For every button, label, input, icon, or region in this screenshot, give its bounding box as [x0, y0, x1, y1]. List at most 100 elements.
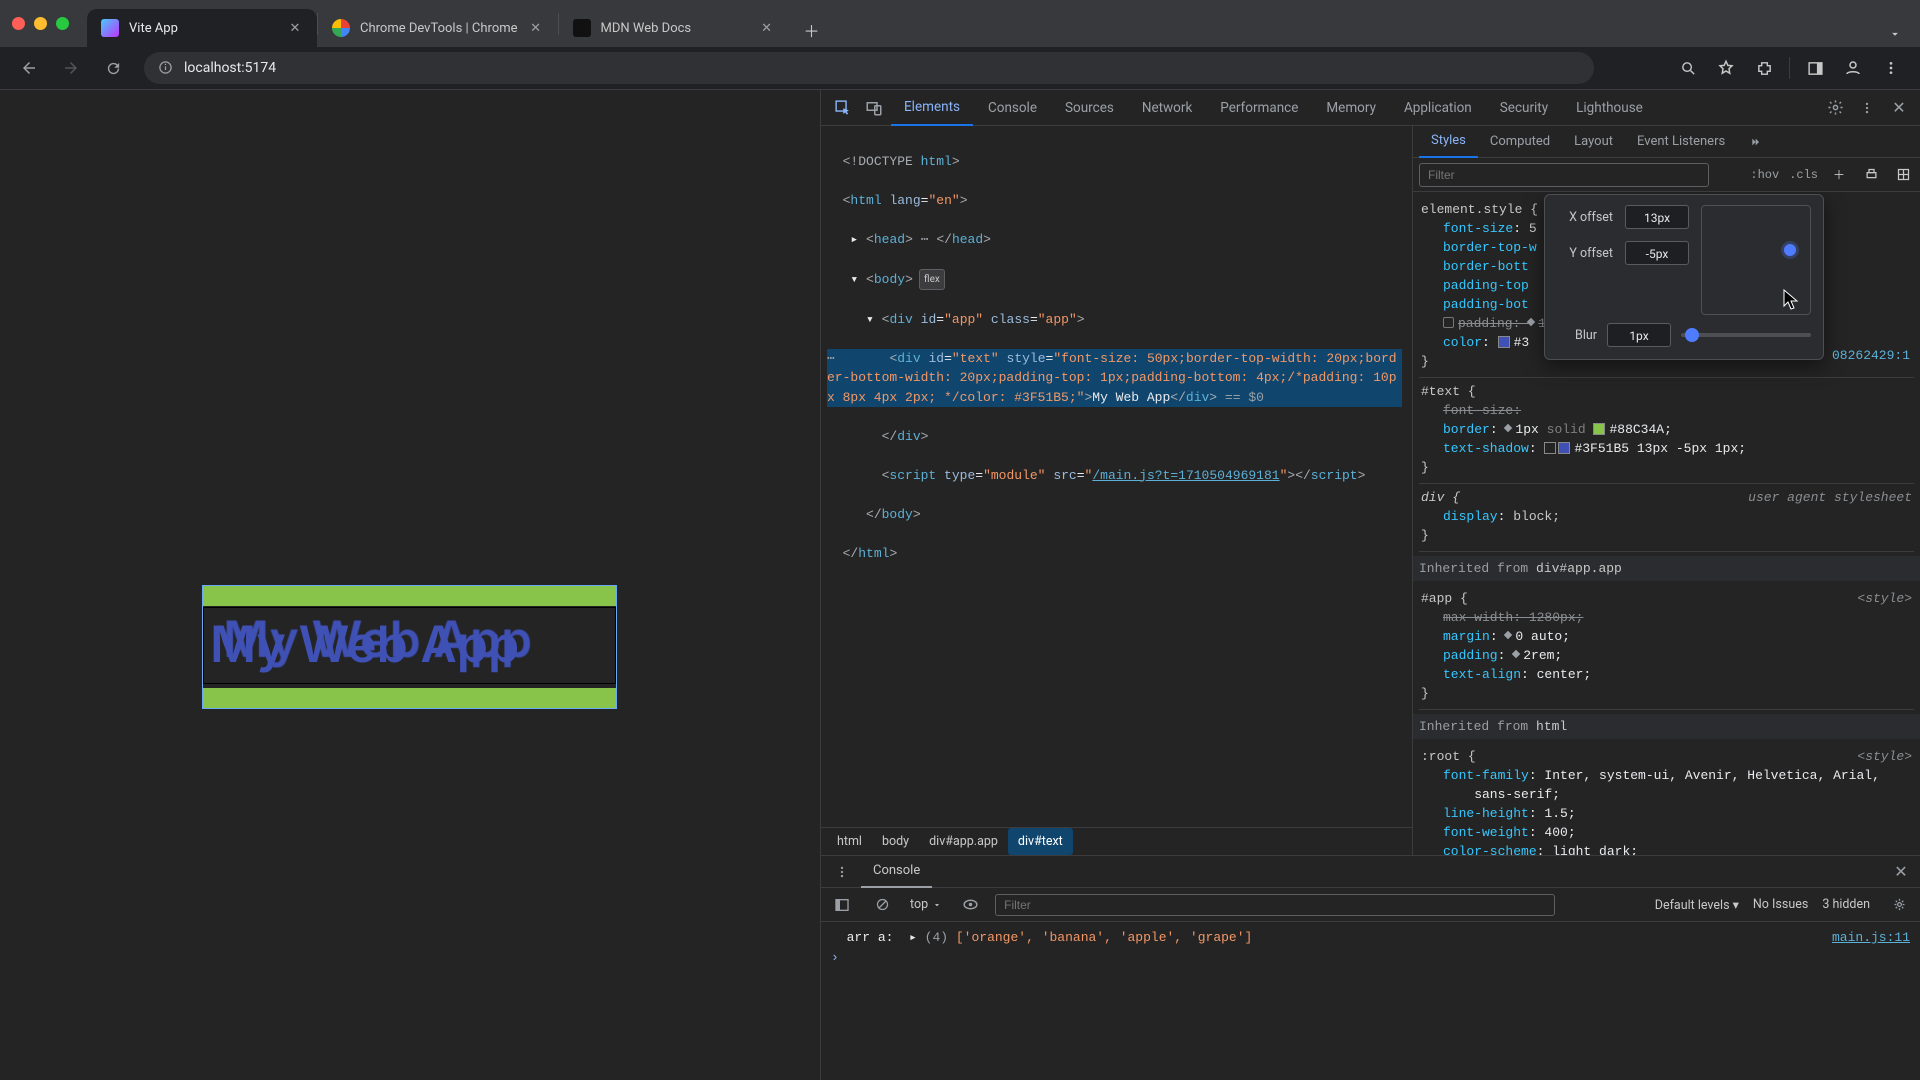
drawer-tab-console[interactable]: Console: [861, 856, 932, 888]
tab-title: MDN Web Docs: [601, 21, 692, 36]
shadow-offset-pad[interactable]: [1701, 205, 1811, 315]
styles-filter-input[interactable]: [1419, 163, 1709, 187]
zoom-button[interactable]: [1671, 51, 1705, 85]
tab-performance[interactable]: Performance: [1207, 90, 1311, 126]
tab-title: Chrome DevTools | Chrome: [360, 21, 518, 36]
crumb-body[interactable]: body: [872, 828, 919, 855]
rule-origin[interactable]: <style>: [1857, 747, 1912, 766]
shadow-editor-popover[interactable]: X offset13px Y offset-5px Blur 1px: [1544, 194, 1824, 360]
blur-slider[interactable]: [1681, 333, 1811, 337]
maximize-window-button[interactable]: [56, 17, 69, 30]
style-rules[interactable]: element.style { font-size: 5 border-top-…: [1413, 192, 1920, 855]
subtab-layout[interactable]: Layout: [1562, 126, 1625, 158]
settings-button[interactable]: [1820, 94, 1850, 122]
subtab-styles[interactable]: Styles: [1419, 126, 1478, 158]
toolbar-right: [1671, 51, 1908, 85]
close-tab-button[interactable]: ✕: [759, 20, 775, 36]
toggle-prop-checkbox[interactable]: [1443, 317, 1454, 328]
side-panel-button[interactable]: [1798, 51, 1832, 85]
live-expression-button[interactable]: [955, 891, 985, 919]
tab-application[interactable]: Application: [1391, 90, 1485, 126]
crumb-html[interactable]: html: [827, 828, 872, 855]
back-button[interactable]: [12, 51, 46, 85]
menu-button[interactable]: [1874, 51, 1908, 85]
close-tab-button[interactable]: ✕: [287, 20, 303, 36]
console-settings-button[interactable]: [1884, 891, 1914, 919]
forward-button[interactable]: [54, 51, 88, 85]
app-text-element[interactable]: My Web App: [203, 586, 616, 708]
subtabs-more-button[interactable]: [1741, 128, 1769, 156]
console-drawer: Console ✕ top Default levels ▾ No Issues…: [821, 855, 1920, 1080]
profile-button[interactable]: [1836, 51, 1870, 85]
flex-badge[interactable]: flex: [919, 269, 945, 291]
extensions-button[interactable]: [1747, 51, 1781, 85]
rule-div-ua: user agent stylesheet div { display: blo…: [1419, 484, 1914, 552]
tab-sources[interactable]: Sources: [1052, 90, 1127, 126]
x-offset-input[interactable]: 13px: [1625, 205, 1689, 229]
blur-input[interactable]: 1px: [1607, 323, 1671, 347]
rule-origin[interactable]: <style>: [1857, 589, 1912, 608]
subtab-computed[interactable]: Computed: [1478, 126, 1562, 158]
drawer-tabbar: Console ✕: [821, 856, 1920, 888]
omnibox[interactable]: localhost:5174: [144, 52, 1594, 84]
computed-panel-button[interactable]: [1892, 164, 1914, 186]
sidebar-toggle-button[interactable]: [827, 891, 857, 919]
blur-slider-handle[interactable]: [1685, 328, 1699, 342]
crumb-app[interactable]: div#app.app: [919, 828, 1008, 855]
dom-tree[interactable]: <!DOCTYPE html> <html lang="en"> ▸ <head…: [821, 126, 1412, 827]
new-tab-button[interactable]: ＋: [795, 13, 829, 47]
more-button[interactable]: [1852, 94, 1882, 122]
tab-memory[interactable]: Memory: [1313, 90, 1389, 126]
tab-lighthouse[interactable]: Lighthouse: [1563, 90, 1656, 126]
hov-toggle[interactable]: :hov: [1750, 168, 1779, 182]
log-levels-selector[interactable]: Default levels ▾: [1655, 897, 1739, 913]
console-prompt[interactable]: ›: [831, 948, 1910, 968]
browser-tab[interactable]: Chrome DevTools | Chrome ✕: [318, 9, 558, 47]
tab-network[interactable]: Network: [1129, 90, 1205, 126]
tab-console[interactable]: Console: [975, 90, 1050, 126]
browser-tab[interactable]: Vite App ✕: [87, 9, 317, 47]
console-filter-input[interactable]: [995, 894, 1555, 916]
drawer-more-button[interactable]: [827, 858, 857, 886]
style-source-link[interactable]: 08262429:1: [1832, 346, 1910, 365]
main-split: My Web App Elements Console Sources Netw…: [0, 90, 1920, 1080]
issues-indicator[interactable]: No Issues: [1753, 897, 1808, 912]
vite-favicon-icon: [101, 19, 119, 37]
device-toolbar-button[interactable]: [859, 94, 889, 122]
context-selector[interactable]: top: [907, 894, 945, 915]
subtab-listeners[interactable]: Event Listeners: [1625, 126, 1737, 158]
minimize-window-button[interactable]: [34, 17, 47, 30]
mdn-favicon-icon: [573, 19, 591, 37]
clear-console-button[interactable]: [867, 891, 897, 919]
reload-icon: [105, 60, 122, 77]
console-output[interactable]: main.js:11 arr a: ▸ (4) ['orange', 'bana…: [821, 922, 1920, 1080]
log-source-link[interactable]: main.js:11: [1832, 928, 1910, 948]
drawer-close-button[interactable]: ✕: [1888, 859, 1914, 885]
y-offset-input[interactable]: -5px: [1625, 241, 1689, 265]
tabstrip-chevron-button[interactable]: [1882, 21, 1908, 47]
app-text-content: My Web App: [203, 607, 616, 684]
styles-subtabs: Styles Computed Layout Event Listeners: [1413, 126, 1920, 158]
new-style-rule-button[interactable]: ＋: [1828, 164, 1850, 186]
hidden-count[interactable]: 3 hidden: [1822, 897, 1870, 912]
site-info-icon[interactable]: [158, 60, 174, 76]
tab-security[interactable]: Security: [1487, 90, 1561, 126]
shadow-offset-handle[interactable]: [1784, 244, 1796, 256]
inherited-link[interactable]: html: [1536, 719, 1567, 734]
puzzle-icon: [1756, 60, 1773, 77]
close-tab-button[interactable]: ✕: [528, 20, 544, 36]
rule-app: <style> #app { max-width: 1280px; margin…: [1419, 585, 1914, 710]
reload-button[interactable]: [96, 51, 130, 85]
inspect-element-button[interactable]: [827, 94, 857, 122]
crumb-text[interactable]: div#text: [1008, 828, 1073, 855]
close-devtools-button[interactable]: ✕: [1884, 94, 1914, 122]
cls-toggle[interactable]: .cls: [1789, 168, 1818, 182]
browser-tab[interactable]: MDN Web Docs ✕: [559, 9, 789, 47]
gear-icon: [1892, 897, 1907, 912]
dots-vertical-icon: [1883, 60, 1899, 76]
print-media-button[interactable]: [1860, 164, 1882, 186]
tab-elements[interactable]: Elements: [891, 90, 973, 126]
close-window-button[interactable]: [12, 17, 25, 30]
bookmark-button[interactable]: [1709, 51, 1743, 85]
inherited-link[interactable]: div#app.app: [1536, 561, 1622, 576]
